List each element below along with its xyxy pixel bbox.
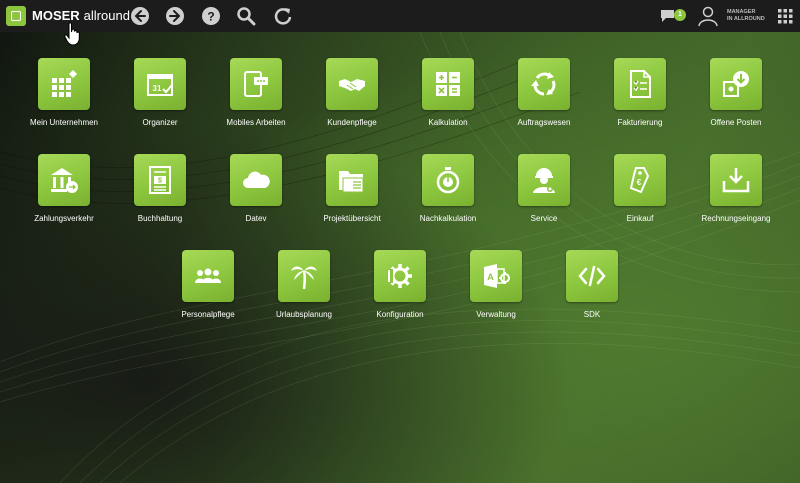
technician-icon	[518, 154, 570, 206]
tile-label: Projektübersicht	[323, 214, 381, 223]
forward-arrow-icon[interactable]	[165, 6, 185, 26]
svg-text:31: 31	[153, 84, 162, 93]
tile-fakturierung[interactable]: Fakturierung	[590, 58, 690, 127]
top-bar: MOSER allround ? 1 MANAGER IN ALLROUND	[0, 0, 800, 32]
stopwatch-icon	[422, 154, 474, 206]
tile-mobiles-arbeiten[interactable]: Mobiles Arbeiten	[206, 58, 306, 127]
svg-text:€: €	[637, 178, 642, 187]
tile-zahlungsverkehr[interactable]: Zahlungsverkehr	[14, 154, 114, 223]
tile-service[interactable]: Service	[494, 154, 594, 223]
tile-label: Kalkulation	[428, 118, 468, 127]
svg-text:$: $	[158, 178, 162, 185]
svg-text:?: ?	[207, 10, 214, 24]
recycle-arrows-icon	[518, 58, 570, 110]
user-role-line1: MANAGER	[727, 9, 756, 15]
svg-text:A: A	[487, 272, 494, 282]
admin-app-icon: A	[470, 250, 522, 302]
back-arrow-icon[interactable]	[130, 6, 150, 26]
inbox-download-icon	[710, 154, 762, 206]
tile-einkauf[interactable]: € Einkauf	[590, 154, 690, 223]
tile-projektuebersicht[interactable]: Projektübersicht	[302, 154, 402, 223]
tile-offene-posten[interactable]: Offene Posten	[686, 58, 786, 127]
grid-diamond-icon	[38, 58, 90, 110]
tile-verwaltung[interactable]: A Verwaltung	[446, 250, 546, 319]
calendar-icon: 31	[134, 58, 186, 110]
user-role-line2: IN ALLROUND	[727, 16, 765, 22]
tile-label: Nachkalkulation	[419, 214, 477, 223]
tile-sdk[interactable]: SDK	[542, 250, 642, 319]
tile-label: Verwaltung	[476, 310, 516, 319]
brand-name: MOSER	[32, 8, 80, 23]
tile-label: Einkauf	[626, 214, 654, 223]
tile-label: Buchhaltung	[137, 214, 183, 223]
calculator-icon	[422, 58, 474, 110]
tile-label: Datev	[245, 214, 267, 223]
tile-label: Fakturierung	[617, 118, 663, 127]
notification-badge: 1	[674, 9, 686, 21]
tile-label: Offene Posten	[710, 118, 762, 127]
palm-tree-icon	[278, 250, 330, 302]
ledger-icon: $	[134, 154, 186, 206]
cloud-icon	[230, 154, 282, 206]
tile-kalkulation[interactable]: Kalkulation	[398, 58, 498, 127]
hand-cursor-icon	[64, 22, 80, 46]
tile-konfiguration[interactable]: Konfiguration	[350, 250, 450, 319]
search-icon[interactable]	[236, 6, 256, 26]
tile-label: Organizer	[142, 118, 178, 127]
refresh-icon[interactable]	[273, 6, 293, 26]
tile-label: Service	[530, 214, 558, 223]
tile-kundenpflege[interactable]: Kundenpflege	[302, 58, 402, 127]
tile-urlaubsplanung[interactable]: Urlaubsplanung	[254, 250, 354, 319]
tile-nachkalkulation[interactable]: Nachkalkulation	[398, 154, 498, 223]
folder-icon	[326, 154, 378, 206]
app-brand: MOSER allround	[32, 8, 130, 23]
bank-icon	[38, 154, 90, 206]
app-logo-icon[interactable]	[6, 6, 26, 26]
tile-label: Personalpflege	[181, 310, 235, 319]
people-icon	[182, 250, 234, 302]
brand-suffix: allround	[83, 8, 130, 23]
apps-grid-icon[interactable]	[778, 9, 793, 24]
tile-label: Konfiguration	[376, 310, 424, 319]
tile-buchhaltung[interactable]: $ Buchhaltung	[110, 154, 210, 223]
tile-rechnungseingang[interactable]: Rechnungseingang	[686, 154, 786, 223]
tile-personalpflege[interactable]: Personalpflege	[158, 250, 258, 319]
handshake-icon	[326, 58, 378, 110]
code-icon	[566, 250, 618, 302]
user-role[interactable]: MANAGER IN ALLROUND	[727, 9, 765, 23]
tile-label: SDK	[583, 310, 601, 319]
tile-label: Auftragswesen	[517, 118, 571, 127]
tile-auftragswesen[interactable]: Auftragswesen	[494, 58, 594, 127]
tile-label: Kundenpflege	[327, 118, 377, 127]
tile-label: Mobiles Arbeiten	[226, 118, 286, 127]
tile-mein-unternehmen[interactable]: Mein Unternehmen	[14, 58, 114, 127]
tile-label: Mein Unternehmen	[29, 118, 99, 127]
invoice-icon	[614, 58, 666, 110]
tablet-icon	[230, 58, 282, 110]
tile-label: Rechnungseingang	[701, 214, 771, 223]
tile-label: Zahlungsverkehr	[34, 214, 94, 223]
help-icon[interactable]: ?	[201, 6, 221, 26]
tile-datev[interactable]: Datev	[206, 154, 306, 223]
tile-label: Urlaubsplanung	[275, 310, 333, 319]
open-items-icon	[710, 58, 762, 110]
gear-icon	[374, 250, 426, 302]
user-avatar-icon[interactable]	[698, 6, 718, 26]
tile-organizer[interactable]: 31 Organizer	[110, 58, 210, 127]
price-tag-icon: €	[614, 154, 666, 206]
